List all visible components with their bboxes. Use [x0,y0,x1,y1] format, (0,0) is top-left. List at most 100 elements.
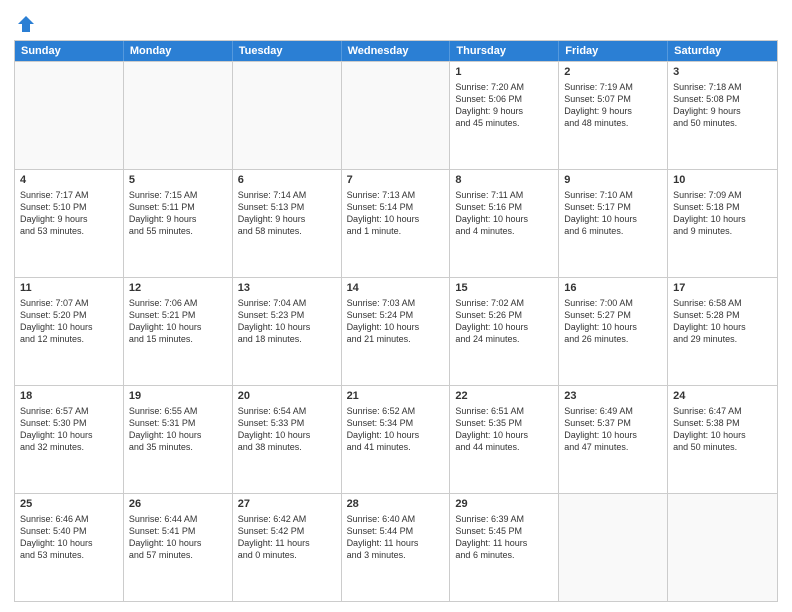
day-info: Sunrise: 6:54 AM Sunset: 5:33 PM Dayligh… [238,405,336,454]
cal-cell: 26Sunrise: 6:44 AM Sunset: 5:41 PM Dayli… [124,494,233,601]
day-info: Sunrise: 7:19 AM Sunset: 5:07 PM Dayligh… [564,81,662,130]
cal-cell: 6Sunrise: 7:14 AM Sunset: 5:13 PM Daylig… [233,170,342,277]
day-info: Sunrise: 7:15 AM Sunset: 5:11 PM Dayligh… [129,189,227,238]
day-number: 23 [564,389,662,404]
cal-cell: 29Sunrise: 6:39 AM Sunset: 5:45 PM Dayli… [450,494,559,601]
day-number: 25 [20,497,118,512]
week-row-5: 25Sunrise: 6:46 AM Sunset: 5:40 PM Dayli… [15,493,777,601]
day-info: Sunrise: 7:09 AM Sunset: 5:18 PM Dayligh… [673,189,772,238]
day-info: Sunrise: 6:44 AM Sunset: 5:41 PM Dayligh… [129,513,227,562]
day-info: Sunrise: 7:14 AM Sunset: 5:13 PM Dayligh… [238,189,336,238]
day-header-monday: Monday [124,41,233,61]
day-number: 29 [455,497,553,512]
header [14,10,778,34]
cal-cell: 1Sunrise: 7:20 AM Sunset: 5:06 PM Daylig… [450,62,559,169]
cal-cell [342,62,451,169]
day-info: Sunrise: 6:40 AM Sunset: 5:44 PM Dayligh… [347,513,445,562]
day-number: 10 [673,173,772,188]
day-number: 8 [455,173,553,188]
day-info: Sunrise: 7:04 AM Sunset: 5:23 PM Dayligh… [238,297,336,346]
cal-cell: 24Sunrise: 6:47 AM Sunset: 5:38 PM Dayli… [668,386,777,493]
day-info: Sunrise: 6:46 AM Sunset: 5:40 PM Dayligh… [20,513,118,562]
week-row-1: 1Sunrise: 7:20 AM Sunset: 5:06 PM Daylig… [15,61,777,169]
cal-cell: 28Sunrise: 6:40 AM Sunset: 5:44 PM Dayli… [342,494,451,601]
calendar: SundayMondayTuesdayWednesdayThursdayFrid… [14,40,778,602]
cal-cell: 15Sunrise: 7:02 AM Sunset: 5:26 PM Dayli… [450,278,559,385]
cal-cell: 4Sunrise: 7:17 AM Sunset: 5:10 PM Daylig… [15,170,124,277]
day-info: Sunrise: 6:39 AM Sunset: 5:45 PM Dayligh… [455,513,553,562]
day-info: Sunrise: 7:17 AM Sunset: 5:10 PM Dayligh… [20,189,118,238]
cal-cell: 8Sunrise: 7:11 AM Sunset: 5:16 PM Daylig… [450,170,559,277]
week-row-3: 11Sunrise: 7:07 AM Sunset: 5:20 PM Dayli… [15,277,777,385]
cal-cell [124,62,233,169]
day-number: 3 [673,65,772,80]
cal-cell: 14Sunrise: 7:03 AM Sunset: 5:24 PM Dayli… [342,278,451,385]
day-number: 6 [238,173,336,188]
day-info: Sunrise: 7:06 AM Sunset: 5:21 PM Dayligh… [129,297,227,346]
cal-cell: 3Sunrise: 7:18 AM Sunset: 5:08 PM Daylig… [668,62,777,169]
day-number: 19 [129,389,227,404]
cal-cell: 10Sunrise: 7:09 AM Sunset: 5:18 PM Dayli… [668,170,777,277]
day-header-saturday: Saturday [668,41,777,61]
day-number: 12 [129,281,227,296]
cal-cell: 20Sunrise: 6:54 AM Sunset: 5:33 PM Dayli… [233,386,342,493]
day-info: Sunrise: 7:02 AM Sunset: 5:26 PM Dayligh… [455,297,553,346]
day-header-friday: Friday [559,41,668,61]
cal-cell: 23Sunrise: 6:49 AM Sunset: 5:37 PM Dayli… [559,386,668,493]
day-number: 17 [673,281,772,296]
cal-cell: 17Sunrise: 6:58 AM Sunset: 5:28 PM Dayli… [668,278,777,385]
day-info: Sunrise: 6:57 AM Sunset: 5:30 PM Dayligh… [20,405,118,454]
day-info: Sunrise: 6:51 AM Sunset: 5:35 PM Dayligh… [455,405,553,454]
day-info: Sunrise: 7:10 AM Sunset: 5:17 PM Dayligh… [564,189,662,238]
day-number: 2 [564,65,662,80]
calendar-body: 1Sunrise: 7:20 AM Sunset: 5:06 PM Daylig… [15,61,777,601]
day-header-tuesday: Tuesday [233,41,342,61]
day-header-sunday: Sunday [15,41,124,61]
day-header-wednesday: Wednesday [342,41,451,61]
cal-cell: 25Sunrise: 6:46 AM Sunset: 5:40 PM Dayli… [15,494,124,601]
cal-cell [668,494,777,601]
day-number: 13 [238,281,336,296]
day-number: 28 [347,497,445,512]
day-info: Sunrise: 6:49 AM Sunset: 5:37 PM Dayligh… [564,405,662,454]
day-number: 27 [238,497,336,512]
day-number: 5 [129,173,227,188]
week-row-2: 4Sunrise: 7:17 AM Sunset: 5:10 PM Daylig… [15,169,777,277]
cal-cell: 9Sunrise: 7:10 AM Sunset: 5:17 PM Daylig… [559,170,668,277]
cal-cell [15,62,124,169]
day-number: 7 [347,173,445,188]
cal-cell: 18Sunrise: 6:57 AM Sunset: 5:30 PM Dayli… [15,386,124,493]
cal-cell: 7Sunrise: 7:13 AM Sunset: 5:14 PM Daylig… [342,170,451,277]
day-number: 16 [564,281,662,296]
logo-icon [16,14,36,34]
logo [14,14,36,34]
day-info: Sunrise: 7:11 AM Sunset: 5:16 PM Dayligh… [455,189,553,238]
cal-cell: 22Sunrise: 6:51 AM Sunset: 5:35 PM Dayli… [450,386,559,493]
day-info: Sunrise: 7:07 AM Sunset: 5:20 PM Dayligh… [20,297,118,346]
cal-cell: 21Sunrise: 6:52 AM Sunset: 5:34 PM Dayli… [342,386,451,493]
cal-cell: 5Sunrise: 7:15 AM Sunset: 5:11 PM Daylig… [124,170,233,277]
cal-cell: 16Sunrise: 7:00 AM Sunset: 5:27 PM Dayli… [559,278,668,385]
day-number: 4 [20,173,118,188]
day-number: 18 [20,389,118,404]
day-number: 1 [455,65,553,80]
cal-cell: 2Sunrise: 7:19 AM Sunset: 5:07 PM Daylig… [559,62,668,169]
day-info: Sunrise: 6:55 AM Sunset: 5:31 PM Dayligh… [129,405,227,454]
cal-cell: 19Sunrise: 6:55 AM Sunset: 5:31 PM Dayli… [124,386,233,493]
cal-cell [559,494,668,601]
day-info: Sunrise: 7:03 AM Sunset: 5:24 PM Dayligh… [347,297,445,346]
day-number: 22 [455,389,553,404]
day-number: 21 [347,389,445,404]
cal-cell: 27Sunrise: 6:42 AM Sunset: 5:42 PM Dayli… [233,494,342,601]
day-info: Sunrise: 7:20 AM Sunset: 5:06 PM Dayligh… [455,81,553,130]
day-number: 15 [455,281,553,296]
day-info: Sunrise: 7:13 AM Sunset: 5:14 PM Dayligh… [347,189,445,238]
day-number: 24 [673,389,772,404]
day-number: 20 [238,389,336,404]
cal-cell: 11Sunrise: 7:07 AM Sunset: 5:20 PM Dayli… [15,278,124,385]
day-info: Sunrise: 6:58 AM Sunset: 5:28 PM Dayligh… [673,297,772,346]
day-info: Sunrise: 6:52 AM Sunset: 5:34 PM Dayligh… [347,405,445,454]
day-number: 11 [20,281,118,296]
day-info: Sunrise: 6:42 AM Sunset: 5:42 PM Dayligh… [238,513,336,562]
day-number: 26 [129,497,227,512]
